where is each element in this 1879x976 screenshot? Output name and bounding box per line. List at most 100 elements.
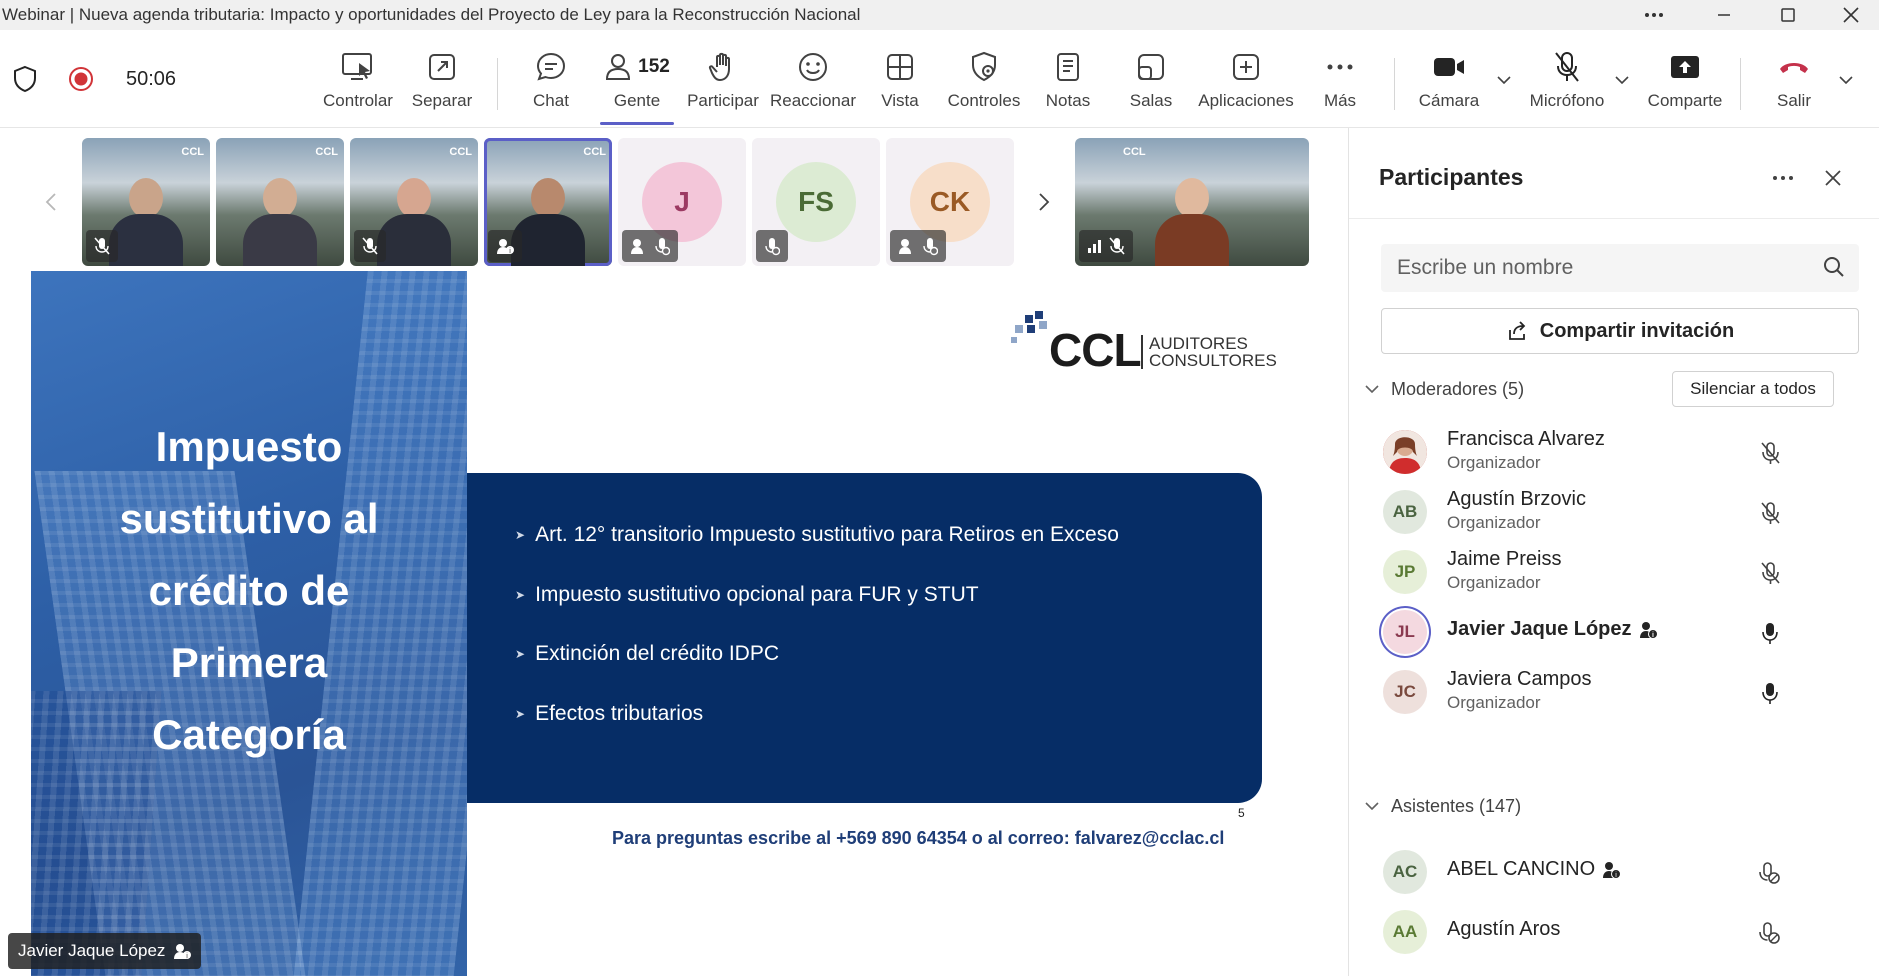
mic-options-chevron[interactable] bbox=[1612, 70, 1632, 90]
window-more-button[interactable] bbox=[1626, 0, 1682, 30]
avatar-tile[interactable]: CK bbox=[886, 138, 1014, 266]
strip-prev-button[interactable] bbox=[27, 138, 75, 266]
presentation-slide: Impuesto sustitutivo al crédito de Prime… bbox=[31, 271, 1304, 976]
slide-title-line: sustitutivo al bbox=[119, 495, 379, 542]
participant-row[interactable]: JL Javier Jaque López i bbox=[1349, 602, 1879, 662]
arrow-bullet-icon: ➤ bbox=[515, 588, 526, 602]
avatar: AB bbox=[1383, 490, 1427, 534]
chevron-down-icon bbox=[1365, 385, 1379, 393]
avatar-tile[interactable]: J bbox=[618, 138, 746, 266]
mute-all-label: Silenciar a todos bbox=[1690, 379, 1816, 398]
speaker-name-tag: Javier Jaque López i bbox=[8, 933, 202, 969]
camara-button[interactable]: Cámara bbox=[1408, 30, 1490, 128]
close-window-button[interactable] bbox=[1823, 0, 1879, 30]
recording-icon bbox=[69, 67, 93, 91]
search-input[interactable] bbox=[1381, 256, 1801, 280]
leave-options-chevron[interactable] bbox=[1836, 70, 1856, 90]
meeting-toolbar: 50:06 Controlar Separar Chat 152 Gente P… bbox=[0, 30, 1879, 128]
participant-name-text: ABEL CANCINO bbox=[1447, 858, 1596, 880]
tile-watermark: CCL bbox=[449, 146, 472, 158]
participar-button[interactable]: Participar bbox=[684, 30, 762, 128]
avatar-tile[interactable]: FS bbox=[752, 138, 880, 266]
comparte-label: Comparte bbox=[1647, 91, 1723, 110]
participant-video bbox=[1155, 170, 1229, 266]
title-bar: Webinar | Nueva agenda tributaria: Impac… bbox=[0, 0, 1879, 30]
bullet-text: Impuesto sustitutivo opcional para FUR y… bbox=[535, 583, 979, 606]
chat-button[interactable]: Chat bbox=[514, 30, 588, 128]
search-icon[interactable] bbox=[1823, 256, 1845, 278]
grid-view-icon bbox=[887, 54, 913, 80]
participant-row[interactable]: JC Javiera Campos Organizador bbox=[1349, 662, 1879, 722]
aplicaciones-button[interactable]: Aplicaciones bbox=[1194, 30, 1298, 128]
comparte-button[interactable]: Comparte bbox=[1640, 30, 1730, 128]
avatar-initials: AA bbox=[1392, 922, 1418, 941]
participant-name: Agustín Brzovic bbox=[1447, 488, 1586, 510]
salas-label: Salas bbox=[1129, 91, 1173, 110]
salir-button[interactable]: Salir bbox=[1756, 30, 1832, 128]
mute-all-button[interactable]: Silenciar a todos bbox=[1672, 371, 1834, 407]
tile-status-badge bbox=[622, 230, 678, 262]
participant-search bbox=[1381, 244, 1859, 292]
participant-row[interactable]: JP Jaime Preiss Organizador bbox=[1349, 542, 1879, 602]
vista-button[interactable]: Vista bbox=[864, 30, 936, 128]
participant-video bbox=[243, 170, 317, 266]
controles-button[interactable]: Controles bbox=[944, 30, 1024, 128]
reaccionar-button[interactable]: Reaccionar bbox=[768, 30, 858, 128]
breakout-rooms-icon bbox=[1138, 54, 1164, 80]
video-tile[interactable]: CCL bbox=[350, 138, 478, 266]
meeting-timer: 50:06 bbox=[126, 67, 177, 90]
chevron-down-icon bbox=[1365, 802, 1379, 810]
tile-avatar-initials: FS bbox=[798, 186, 834, 217]
slide-footer-contact: Para preguntas escribe al +569 890 64354… bbox=[612, 828, 1225, 848]
video-tile-self[interactable]: CCL bbox=[1075, 138, 1309, 266]
minimize-button[interactable] bbox=[1696, 0, 1752, 30]
avatar: AC bbox=[1383, 850, 1427, 894]
separar-label: Separar bbox=[411, 91, 473, 110]
panel-more-button[interactable] bbox=[1765, 160, 1801, 196]
attendees-section-toggle[interactable]: Asistentes (147) bbox=[1365, 791, 1521, 821]
participant-mic-status bbox=[1757, 440, 1783, 466]
share-screen-icon bbox=[1671, 56, 1699, 78]
participant-mic-status bbox=[1757, 680, 1783, 706]
participant-row[interactable]: AA Agustín Aros bbox=[1349, 902, 1879, 962]
strip-next-button[interactable] bbox=[1020, 138, 1068, 266]
share-invite-button[interactable]: Compartir invitación bbox=[1381, 308, 1859, 354]
separar-button[interactable]: Separar bbox=[404, 30, 480, 128]
pop-out-icon bbox=[429, 54, 455, 80]
tile-watermark: CCL bbox=[181, 146, 204, 158]
controles-label: Controles bbox=[947, 91, 1021, 110]
video-strip: CCL CCL CCL CCL i J FS CK CCL bbox=[0, 128, 1348, 268]
camera-options-chevron[interactable] bbox=[1494, 70, 1514, 90]
participant-row[interactable]: AB Agustín Brzovic Organizador bbox=[1349, 482, 1879, 542]
participant-mic-status bbox=[1757, 620, 1783, 646]
tile-status-badge bbox=[890, 230, 946, 262]
arrow-bullet-icon: ➤ bbox=[515, 707, 526, 721]
panel-close-button[interactable] bbox=[1815, 160, 1851, 196]
attendees-label: Asistentes (147) bbox=[1391, 795, 1522, 816]
chevron-down-icon bbox=[1615, 76, 1629, 84]
salir-label: Salir bbox=[1776, 91, 1811, 110]
bullet-box: ➤ Art. 12° transitorio Impuesto sustituti… bbox=[467, 473, 1262, 803]
moderators-label: Moderadores (5) bbox=[1391, 378, 1525, 399]
participant-row[interactable]: AC ABEL CANCINO i bbox=[1349, 842, 1879, 902]
controlar-button[interactable]: Controlar bbox=[318, 30, 398, 128]
notas-button[interactable]: Notas bbox=[1032, 30, 1104, 128]
video-tile[interactable]: CCL bbox=[82, 138, 210, 266]
maximize-button[interactable] bbox=[1760, 0, 1816, 30]
add-app-icon bbox=[1233, 54, 1259, 80]
shield-icon[interactable] bbox=[12, 65, 38, 93]
video-tile[interactable]: CCL bbox=[216, 138, 344, 266]
salas-button[interactable]: Salas bbox=[1116, 30, 1186, 128]
bullet-text: Art. 12° transitorio Impuesto sustitutiv… bbox=[535, 523, 1119, 546]
video-tile-active-speaker[interactable]: CCL i bbox=[484, 138, 612, 266]
participant-name: Javier Jaque López i bbox=[1447, 618, 1658, 641]
moderators-section-toggle[interactable]: Moderadores (5) bbox=[1365, 374, 1524, 404]
participant-row[interactable]: Francisca Alvarez Organizador bbox=[1349, 422, 1879, 482]
participant-video bbox=[109, 170, 183, 266]
tile-watermark: CCL bbox=[1123, 146, 1146, 158]
gente-button[interactable]: 152 Gente bbox=[598, 30, 676, 128]
tile-avatar: FS bbox=[776, 162, 856, 242]
mas-button[interactable]: Más bbox=[1308, 30, 1372, 128]
slide-left-panel: Impuesto sustitutivo al crédito de Prime… bbox=[31, 271, 467, 976]
microfono-button[interactable]: Micrófono bbox=[1522, 30, 1612, 128]
